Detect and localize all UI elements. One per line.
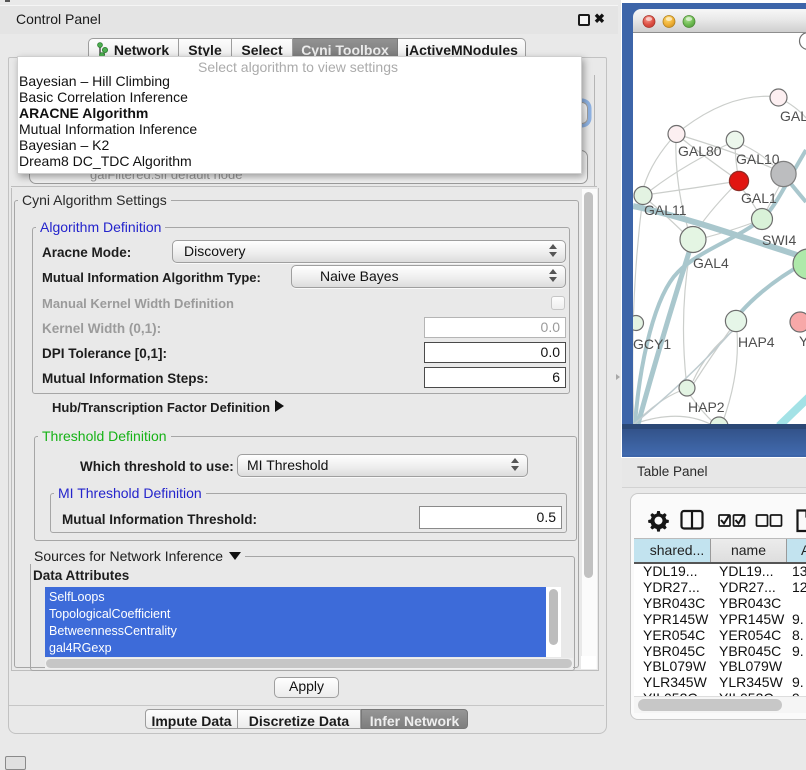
svg-text:GAL10: GAL10 bbox=[736, 151, 780, 167]
svg-text:GAL11: GAL11 bbox=[644, 202, 687, 218]
svg-text:GAL: GAL bbox=[780, 108, 806, 124]
svg-text:SWI4: SWI4 bbox=[762, 232, 796, 248]
svg-text:GAL80: GAL80 bbox=[678, 143, 722, 159]
svg-text:HAP2: HAP2 bbox=[688, 399, 725, 415]
svg-text:GAL4: GAL4 bbox=[693, 255, 729, 271]
svg-text:GCY1: GCY1 bbox=[633, 336, 671, 352]
svg-text:Y: Y bbox=[799, 333, 806, 349]
svg-text:HAP4: HAP4 bbox=[738, 334, 775, 350]
svg-text:GAL1: GAL1 bbox=[741, 190, 777, 206]
